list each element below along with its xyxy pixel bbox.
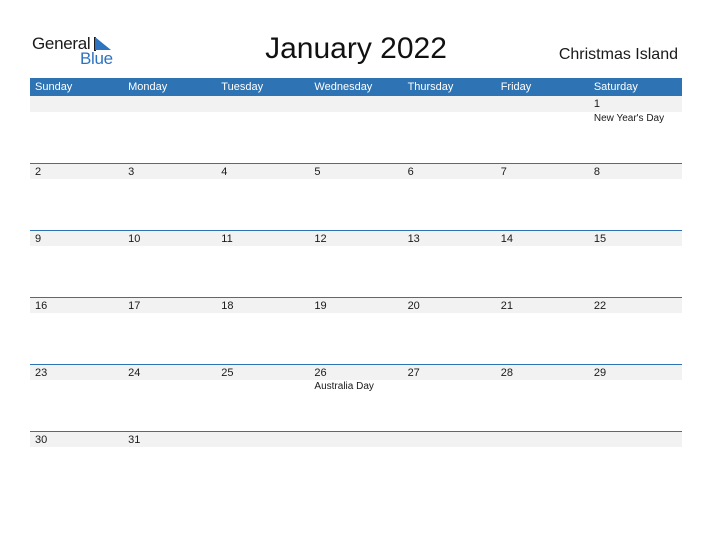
day-cell: 18 <box>216 297 309 364</box>
day-number: 16 <box>35 300 48 312</box>
day-cell: 11 <box>216 230 309 297</box>
day-number: 7 <box>500 166 507 178</box>
day-cell: 31 <box>123 431 216 498</box>
holiday-label: Australia Day <box>314 381 374 392</box>
calendar-grid: Sunday Monday Tuesday Wednesday Thursday… <box>30 78 682 498</box>
weekday-tuesday: Tuesday <box>221 81 264 93</box>
day-cell: 16 <box>30 297 123 364</box>
weekday-friday: Friday <box>500 81 532 93</box>
day-number: 21 <box>500 300 513 312</box>
day-number: 28 <box>500 367 513 379</box>
week-row: 2 3 4 5 6 7 8 <box>30 163 682 230</box>
day-number: 9 <box>35 233 42 245</box>
day-cell: 7 <box>496 163 589 230</box>
weeks-container: 1 New Year's Day 2 3 4 5 6 7 8 9 10 11 12 13 14 15 16 17 1… <box>30 96 682 498</box>
day-number: 6 <box>407 166 414 178</box>
day-number: 22 <box>593 300 607 312</box>
day-cell: 29 <box>589 364 682 431</box>
day-number: 2 <box>35 166 42 178</box>
day-number: 26 <box>314 367 327 379</box>
week-row: 16 17 18 19 20 21 22 <box>30 297 682 364</box>
day-cell <box>30 96 123 163</box>
day-cell: 13 <box>403 230 496 297</box>
day-number: 19 <box>314 300 327 312</box>
week-row: 9 10 11 12 13 14 15 <box>30 230 682 297</box>
day-number: 25 <box>221 367 234 379</box>
day-cell: 15 <box>589 230 682 297</box>
day-number: 27 <box>407 367 420 379</box>
day-cell <box>309 431 402 498</box>
weekday-wednesday: Wednesday <box>314 81 373 93</box>
day-cell <box>216 96 309 163</box>
day-number: 31 <box>128 434 141 446</box>
day-number: 30 <box>35 434 48 446</box>
day-cell: 25 <box>216 364 309 431</box>
day-cell: 6 <box>403 163 496 230</box>
day-number: 12 <box>314 233 327 245</box>
region-label: Christmas Island <box>558 46 678 63</box>
day-cell: 30 <box>30 431 123 498</box>
day-cell <box>216 431 309 498</box>
day-number: 14 <box>500 233 513 245</box>
day-number: 23 <box>35 367 48 379</box>
day-cell <box>496 431 589 498</box>
day-cell: 8 <box>589 163 682 230</box>
holiday-label: New Year's Day <box>593 113 665 124</box>
day-cell: 4 <box>216 163 309 230</box>
weekday-saturday: Saturday <box>593 81 638 93</box>
day-cell: 19 <box>309 297 402 364</box>
day-cell: 10 <box>123 230 216 297</box>
day-number: 11 <box>221 233 233 245</box>
day-cell: 20 <box>403 297 496 364</box>
day-number: 1 <box>593 98 600 110</box>
day-cell: 14 <box>496 230 589 297</box>
day-number: 24 <box>128 367 141 379</box>
day-number: 8 <box>593 166 600 178</box>
day-cell: 28 <box>496 364 589 431</box>
weekday-header: Sunday Monday Tuesday Wednesday Thursday… <box>30 78 682 96</box>
day-number: 15 <box>593 233 607 245</box>
weekday-thursday: Thursday <box>407 81 454 93</box>
day-cell: 1 New Year's Day <box>589 96 682 163</box>
day-cell <box>309 96 402 163</box>
day-cell <box>496 96 589 163</box>
day-cell: 9 <box>30 230 123 297</box>
week-row: 1 New Year's Day <box>30 96 682 163</box>
weekday-monday: Monday <box>128 81 168 93</box>
day-number: 29 <box>593 367 607 379</box>
day-number: 3 <box>128 166 135 178</box>
day-cell: 27 <box>403 364 496 431</box>
day-cell: 22 <box>589 297 682 364</box>
day-number: 13 <box>407 233 420 245</box>
day-number: 10 <box>128 233 141 245</box>
week-row: 23 24 25 26 Australia Day 27 28 29 <box>30 364 682 431</box>
day-cell: 3 <box>123 163 216 230</box>
day-number: 5 <box>314 166 321 178</box>
day-cell: 2 <box>30 163 123 230</box>
week-row: 30 31 <box>30 431 682 498</box>
day-cell: 5 <box>309 163 402 230</box>
day-cell <box>403 96 496 163</box>
day-number: 17 <box>128 300 141 312</box>
day-cell <box>403 431 496 498</box>
day-cell <box>123 96 216 163</box>
day-number: 4 <box>221 166 228 178</box>
day-cell: 24 <box>123 364 216 431</box>
weekday-sunday: Sunday <box>35 81 73 93</box>
day-number: 18 <box>221 300 234 312</box>
day-cell <box>589 431 682 498</box>
day-cell: 12 <box>309 230 402 297</box>
day-number: 20 <box>407 300 420 312</box>
day-cell: 21 <box>496 297 589 364</box>
day-cell: 26 Australia Day <box>309 364 402 431</box>
day-cell: 17 <box>123 297 216 364</box>
day-cell: 23 <box>30 364 123 431</box>
